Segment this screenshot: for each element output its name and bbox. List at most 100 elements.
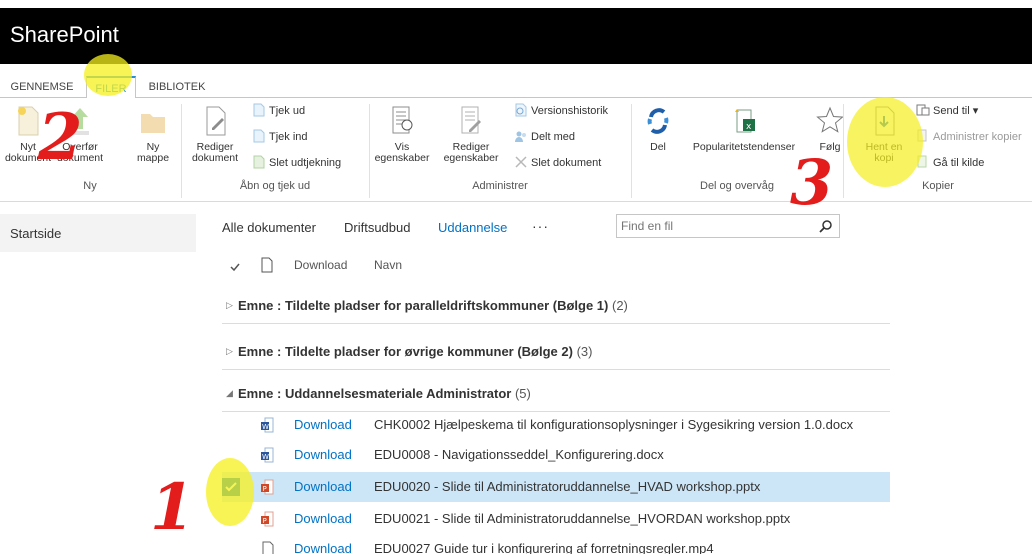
top-gap: [0, 0, 1032, 8]
send-to-button[interactable]: Send til ▾: [916, 102, 978, 120]
group-title: Emne : Tildelte pladser for paralleldrif…: [238, 298, 608, 313]
go-to-source-button[interactable]: Gå til kilde: [916, 154, 984, 172]
check-in-button[interactable]: Tjek ind: [252, 128, 308, 146]
group-header[interactable]: ▷ Emne : Tildelte pladser for paralleldr…: [222, 290, 890, 324]
group-header[interactable]: ▷ Emne : Tildelte pladser for øvrige kom…: [222, 336, 890, 370]
file-name[interactable]: EDU0008 - Navigationsseddel_Konfigurerin…: [374, 447, 664, 462]
popularity-trends-label: Popularitetstendenser: [692, 141, 796, 153]
share-label: Del: [650, 141, 666, 153]
download-link[interactable]: Download: [294, 417, 352, 432]
collapse-icon[interactable]: ◢: [226, 388, 233, 399]
view-properties-button[interactable]: Vis egenskaber: [374, 104, 430, 164]
check-out-icon: [253, 103, 265, 117]
follow-label: Følg: [819, 141, 841, 153]
table-row[interactable]: P Download EDU0021 - Slide til Administr…: [222, 504, 890, 534]
shared-with-button[interactable]: Delt med: [514, 128, 575, 146]
download-copy-button[interactable]: Hent en kopi: [856, 104, 912, 164]
tab-gennemse[interactable]: GENNEMSE: [6, 76, 78, 98]
word-file-icon: W: [261, 447, 274, 463]
file-name[interactable]: CHK0002 Hjælpeskema til konfigurationsop…: [374, 417, 853, 432]
view-properties-icon: [392, 106, 413, 134]
download-link[interactable]: Download: [294, 541, 352, 554]
check-out-button[interactable]: Tjek ud: [252, 102, 305, 120]
download-copy-label: Hent en kopi: [865, 141, 903, 164]
more-views-button[interactable]: ···: [532, 218, 549, 234]
view-alle-dokumenter[interactable]: Alle dokumenter: [222, 220, 316, 235]
group-title: Emne : Uddannelsesmateriale Administrato…: [238, 386, 511, 401]
expand-icon[interactable]: ▷: [226, 300, 233, 311]
tab-filer[interactable]: FILER: [86, 76, 136, 99]
svg-text:P: P: [263, 485, 267, 493]
group-prefix: Emne :: [238, 386, 285, 401]
manage-copies-label: Administrer kopier: [933, 131, 1022, 143]
group-name: Tildelte pladser for øvrige kommuner (Bø…: [284, 344, 573, 359]
word-file-icon: W: [261, 417, 274, 433]
table-row[interactable]: W Download CHK0002 Hjælpeskema til konfi…: [222, 410, 890, 440]
edit-document-label: Rediger dokument: [191, 141, 239, 164]
search-input[interactable]: [621, 218, 811, 234]
app-title[interactable]: SharePoint: [10, 22, 119, 48]
discard-check-out-button[interactable]: Slet udtjekning: [252, 154, 341, 172]
people-icon: [515, 131, 526, 142]
edit-properties-label: Rediger egenskaber: [443, 141, 499, 164]
row-checkbox-checked[interactable]: [222, 478, 240, 496]
new-document-icon: [18, 106, 39, 136]
manage-copies-icon: [917, 129, 927, 142]
group-count: (3): [576, 344, 593, 359]
send-to-label: Send til ▾: [933, 105, 979, 117]
new-folder-button[interactable]: Ny mappe: [126, 104, 180, 164]
new-document-label: Nyt dokument: [4, 141, 52, 164]
file-name[interactable]: EDU0027 Guide tur i konfigurering af for…: [374, 541, 714, 554]
group-count: (2): [611, 298, 628, 313]
check-in-label: Tjek ind: [269, 131, 308, 143]
group-count: (5): [514, 386, 531, 401]
star-icon: [816, 106, 844, 133]
select-all-check-icon[interactable]: [229, 261, 241, 273]
file-name[interactable]: EDU0020 - Slide til Administratoruddanne…: [374, 479, 760, 494]
discard-check-out-icon: [253, 155, 265, 169]
new-document-button[interactable]: Nyt dokument: [2, 104, 54, 164]
delete-document-button[interactable]: Slet dokument: [514, 154, 601, 172]
share-button[interactable]: Del: [636, 104, 680, 153]
group-name: Tildelte pladser for paralleldriftskommu…: [284, 298, 609, 313]
upload-icon: [71, 108, 89, 135]
go-to-source-icon: [917, 155, 927, 168]
powerpoint-file-icon: P: [261, 511, 274, 527]
file-name[interactable]: EDU0021 - Slide til Administratoruddanne…: [374, 511, 790, 526]
share-icon: [647, 108, 669, 134]
column-download[interactable]: Download: [294, 258, 347, 272]
edit-properties-button[interactable]: Rediger egenskaber: [440, 104, 502, 164]
check-out-label: Tjek ud: [269, 105, 306, 117]
view-driftsudbud[interactable]: Driftsudbud: [344, 220, 410, 235]
tab-bibliotek[interactable]: BIBLIOTEK: [142, 76, 212, 98]
nav-item-startside[interactable]: Startside: [10, 226, 61, 241]
group-header[interactable]: ◢ Emne : Uddannelsesmateriale Administra…: [222, 378, 890, 412]
group-label-del: Del og overvåg: [700, 180, 774, 192]
download-link[interactable]: Download: [294, 447, 352, 462]
view-uddannelse[interactable]: Uddannelse: [438, 220, 507, 235]
table-row-selected[interactable]: P Download EDU0020 - Slide til Administr…: [222, 472, 890, 502]
suite-bar: SharePoint: [0, 8, 1032, 64]
search-icon[interactable]: [819, 219, 833, 233]
expand-icon[interactable]: ▷: [226, 346, 233, 357]
table-row[interactable]: W Download EDU0008 - Navigationsseddel_K…: [222, 440, 890, 470]
file-type-column-icon[interactable]: [260, 257, 274, 273]
version-history-button[interactable]: Versionshistorik: [514, 102, 608, 120]
edit-document-button[interactable]: Rediger dokument: [186, 104, 244, 164]
folder-icon: [141, 114, 165, 133]
search-box: [616, 214, 840, 238]
upload-document-button[interactable]: Overfør dokument: [52, 104, 108, 164]
table-row[interactable]: Download EDU0027 Guide tur i konfigureri…: [222, 534, 890, 554]
check-in-icon: [253, 129, 265, 143]
download-link[interactable]: Download: [294, 479, 352, 494]
ribbon: Nyt dokument Overfør dokument Ny mappe N…: [0, 98, 1032, 202]
manage-copies-button[interactable]: Administrer kopier: [916, 128, 1022, 146]
download-copy-icon: [875, 106, 895, 136]
popularity-trends-button[interactable]: x Popularitetstendenser: [682, 104, 806, 153]
svg-text:W: W: [262, 423, 269, 431]
download-link[interactable]: Download: [294, 511, 352, 526]
follow-button[interactable]: Følg: [810, 104, 850, 153]
go-to-source-label: Gå til kilde: [933, 157, 985, 169]
column-navn[interactable]: Navn: [374, 258, 402, 272]
svg-text:x: x: [746, 122, 752, 132]
